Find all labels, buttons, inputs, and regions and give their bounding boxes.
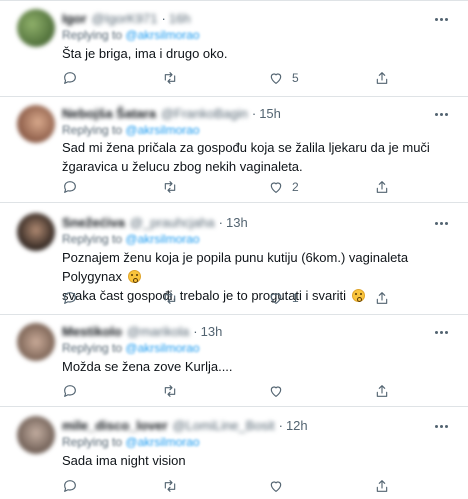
retweet-icon [164, 72, 176, 84]
replying-to-handle[interactable]: @akrsilmorao [125, 123, 199, 137]
share-icon [376, 480, 388, 492]
avatar[interactable] [17, 323, 55, 361]
user-handle[interactable]: @marikola [127, 324, 189, 339]
replying-to-handle[interactable]: @akrsilmorao [125, 341, 199, 355]
tweet[interactable]: mile_disco_lover @LomiLine_Bosit · 12h R… [0, 406, 468, 499]
like-count: 2 [292, 180, 299, 194]
reply-icon [64, 480, 76, 492]
share-icon [376, 72, 388, 84]
avatar[interactable] [17, 416, 55, 454]
tweet-text: Možda se žena zove Kurlja.... [62, 359, 233, 374]
like-button[interactable] [268, 477, 292, 495]
display-name[interactable]: Nebojša Šatara [62, 106, 156, 121]
share-icon [376, 181, 388, 193]
user-handle[interactable]: @FrankoBagin [161, 106, 248, 121]
heart-icon [270, 293, 282, 304]
like-count: 1 [292, 291, 299, 305]
reply-button[interactable] [62, 178, 78, 196]
separator-dot: · [278, 418, 283, 433]
share-button[interactable] [374, 69, 390, 87]
flushed-face-emoji [127, 270, 141, 283]
share-button[interactable] [374, 477, 390, 495]
separator-dot: · [251, 106, 257, 121]
more-options-icon[interactable] [432, 107, 450, 121]
timestamp[interactable]: 13h [201, 324, 223, 339]
heart-icon [270, 182, 282, 193]
avatar[interactable] [17, 9, 55, 47]
user-handle[interactable]: @LomiLine_Bosit [173, 418, 275, 433]
reply-icon [64, 72, 76, 84]
tweet[interactable]: Nebojša Šatara @FrankoBagin · 15h Replyi… [0, 96, 468, 202]
share-icon [376, 292, 388, 304]
share-button[interactable] [374, 178, 390, 196]
reply-button[interactable] [62, 477, 78, 495]
retweet-button[interactable] [162, 382, 186, 400]
retweet-button[interactable] [162, 289, 186, 307]
retweet-icon [164, 385, 176, 397]
retweet-icon [164, 181, 176, 193]
tweet[interactable]: Snežećiva @_prauhcjaha · 13h Replying to… [0, 202, 468, 314]
display-name[interactable]: Mestikolo [62, 324, 122, 339]
separator-dot: · [218, 215, 223, 230]
heart-icon [270, 73, 282, 84]
heart-icon [270, 386, 282, 397]
reply-button[interactable] [62, 289, 78, 307]
like-button[interactable]: 5 [268, 69, 299, 87]
reply-icon [64, 181, 76, 193]
timestamp[interactable]: 16h [169, 11, 191, 26]
display-name[interactable]: Igor [62, 11, 87, 26]
like-button[interactable]: 1 [268, 289, 299, 307]
more-options-icon[interactable] [432, 12, 450, 26]
replying-to: Replying to @akrsilmorao [62, 232, 200, 246]
tweet[interactable]: Igor @IgorK971 · 16h Replying to @akrsil… [0, 0, 468, 96]
heart-icon [270, 481, 282, 492]
share-icon [376, 385, 388, 397]
reply-icon [64, 292, 76, 304]
tweet-text: Sad mi žena pričala za gospođu koja se ž… [62, 140, 430, 174]
user-handle[interactable]: @IgorK971 [92, 11, 158, 26]
timestamp[interactable]: 12h [286, 418, 308, 433]
avatar[interactable] [17, 105, 55, 143]
display-name[interactable]: Snežećiva [62, 215, 125, 230]
replying-to: Replying to @akrsilmorao [62, 341, 200, 355]
replying-to-handle[interactable]: @akrsilmorao [125, 28, 199, 42]
reply-button[interactable] [62, 382, 78, 400]
tweet-text: Šta je briga, ima i drugo oko. [62, 46, 228, 61]
reply-button[interactable] [62, 69, 78, 87]
replying-to: Replying to @akrsilmorao [62, 435, 200, 449]
timestamp[interactable]: 13h [226, 215, 248, 230]
share-button[interactable] [374, 382, 390, 400]
display-name[interactable]: mile_disco_lover [62, 418, 168, 433]
replying-to: Replying to @akrsilmorao [62, 28, 200, 42]
tweet-text: Sada ima night vision [62, 453, 186, 468]
retweet-button[interactable] [162, 69, 186, 87]
more-options-icon[interactable] [432, 325, 450, 339]
more-options-icon[interactable] [432, 216, 450, 230]
like-button[interactable]: 2 [268, 178, 299, 196]
user-handle[interactable]: @_prauhcjaha [130, 215, 215, 230]
more-options-icon[interactable] [432, 419, 450, 433]
timestamp[interactable]: 15h [259, 106, 281, 121]
separator-dot: · [161, 11, 166, 26]
retweet-button[interactable] [162, 477, 186, 495]
replying-to: Replying to @akrsilmorao [62, 123, 200, 137]
retweet-icon [164, 292, 176, 304]
avatar[interactable] [17, 213, 55, 251]
retweet-button[interactable] [162, 178, 186, 196]
like-count: 5 [292, 71, 299, 85]
separator-dot: · [193, 324, 198, 339]
like-button[interactable] [268, 382, 292, 400]
replying-to-handle[interactable]: @akrsilmorao [125, 232, 199, 246]
share-button[interactable] [374, 289, 390, 307]
reply-icon [64, 385, 76, 397]
replying-to-handle[interactable]: @akrsilmorao [125, 435, 199, 449]
retweet-icon [164, 480, 176, 492]
tweet[interactable]: Mestikolo @marikola · 13h Replying to @a… [0, 314, 468, 406]
